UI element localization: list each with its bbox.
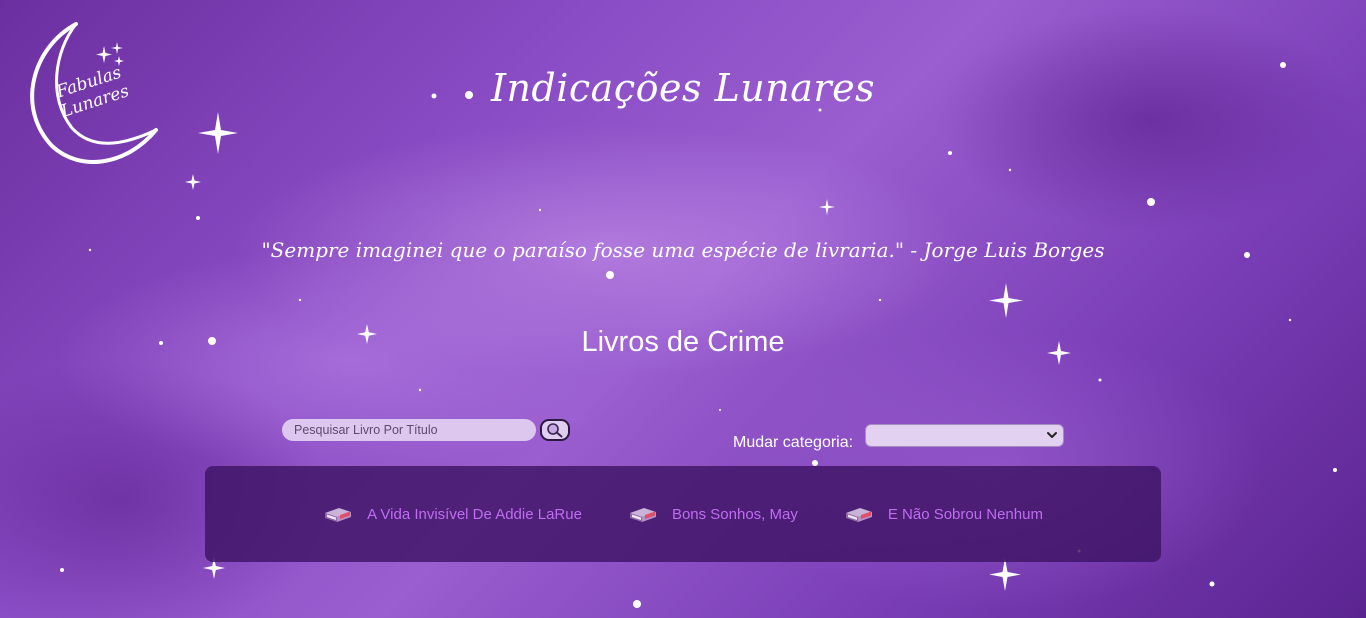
category-select-label: Mudar categoria: [733, 434, 854, 451]
book-link-addie-larue[interactable]: A Vida Invisível De Addie LaRue [323, 504, 582, 524]
book-title: A Vida Invisível De Addie LaRue [367, 505, 582, 523]
book-stack-icon [629, 508, 656, 522]
book-stack-icon [325, 508, 352, 522]
page-title: Indicações Lunares [490, 66, 876, 110]
search-button[interactable] [540, 419, 570, 441]
book-title: Bons Sonhos, May [671, 505, 798, 523]
magnifier-icon [547, 423, 563, 438]
book-title: E Não Sobrou Nenhum [887, 505, 1043, 523]
book-list: A Vida Invisível De Addie LaRue Bons Son… [205, 466, 1161, 562]
book-link-e-nao-sobrou-nenhum[interactable]: E Não Sobrou Nenhum [844, 504, 1043, 524]
category-title: Livros de Crime [581, 326, 785, 358]
book-link-bons-sonhos-may[interactable]: Bons Sonhos, May [628, 504, 798, 524]
quote-text: "Sempre imaginei que o paraíso fosse uma… [261, 238, 1105, 262]
category-switcher: Mudar categoria: [733, 418, 1065, 452]
chevron-down-icon [1047, 431, 1058, 438]
book-stack-icon [845, 508, 872, 522]
search-bar [282, 419, 570, 441]
search-input[interactable] [282, 419, 536, 441]
category-select[interactable] [865, 423, 1065, 447]
